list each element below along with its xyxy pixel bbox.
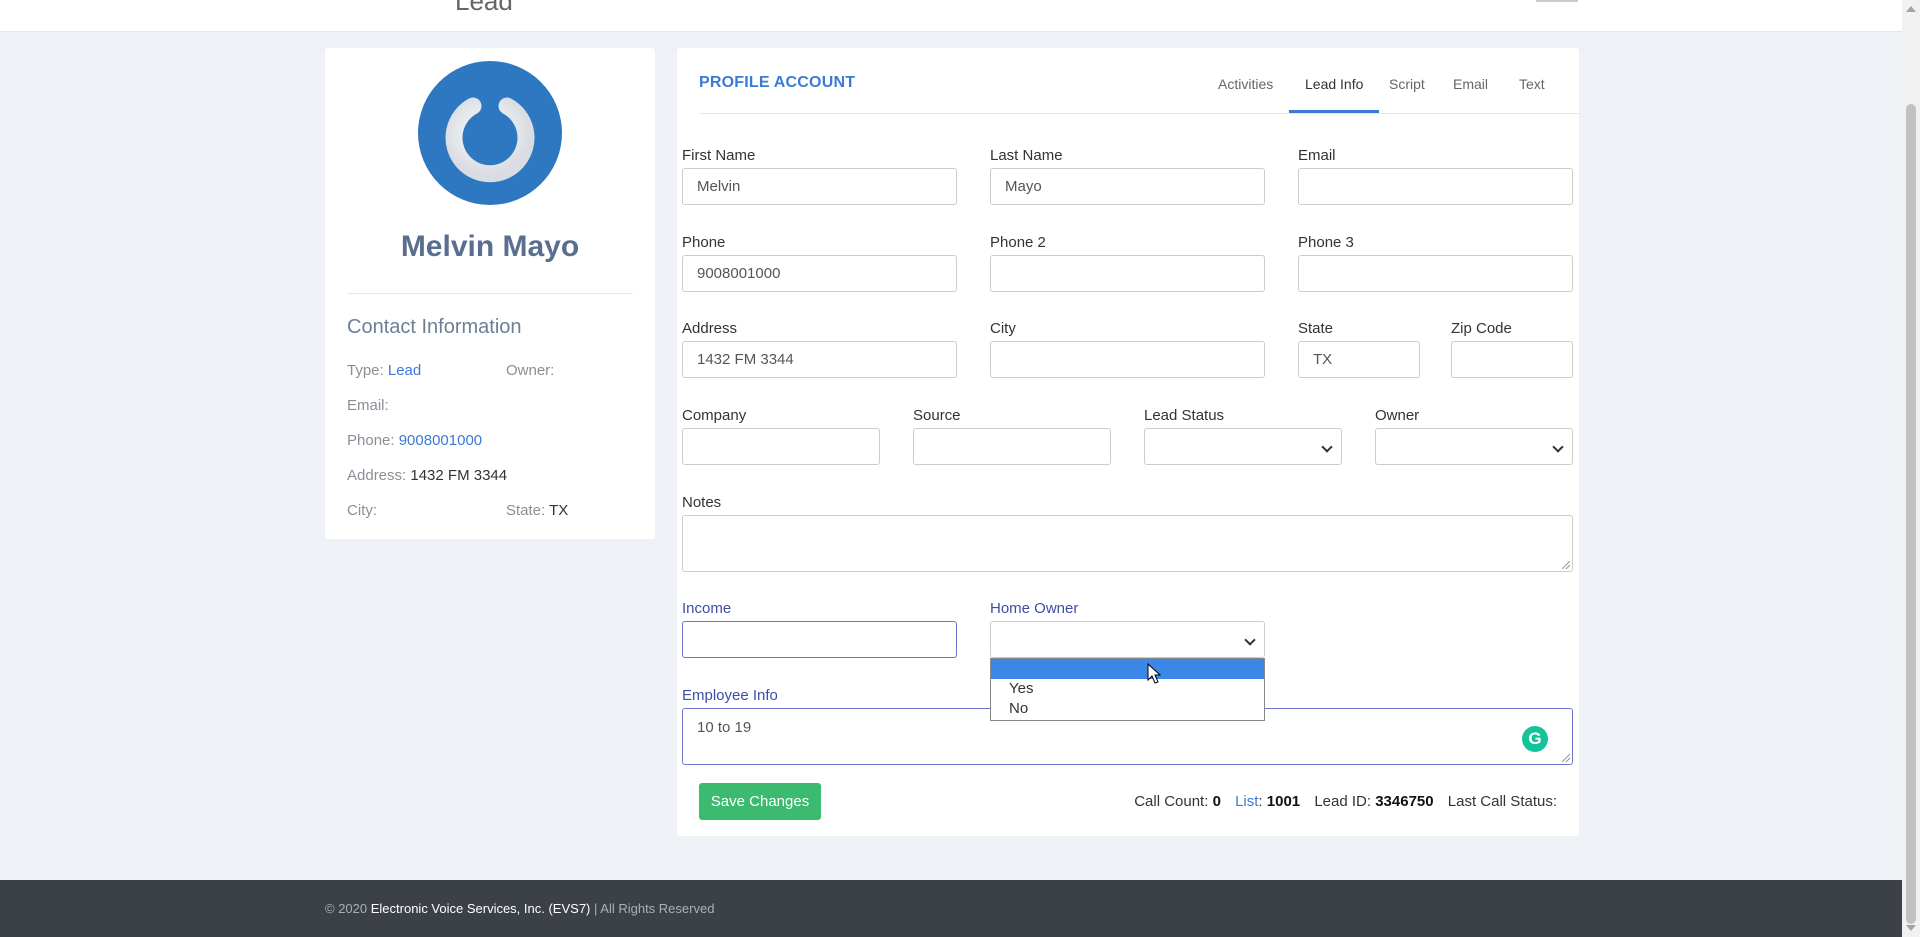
last-name-label: Last Name	[990, 147, 1063, 164]
profile-account-card: PROFILE ACCOUNT Activities Lead Info Scr…	[677, 48, 1579, 836]
state-label: State	[1298, 320, 1334, 337]
phone-input[interactable]: 9008001000	[682, 255, 957, 292]
home-owner-dropdown: Yes No	[990, 658, 1265, 721]
contact-owner: Owner:	[506, 362, 554, 379]
tab-text[interactable]: Text	[1519, 76, 1545, 110]
city-input[interactable]	[990, 341, 1265, 378]
zip-input[interactable]	[1451, 341, 1573, 378]
footer-company: Electronic Voice Services, Inc. (EVS7)	[370, 901, 591, 916]
page-title: Lead	[455, 0, 513, 16]
contact-type-value[interactable]: Lead	[388, 362, 421, 379]
lead-id-value: 3346750	[1375, 793, 1434, 810]
company-label: Company	[682, 407, 747, 424]
home-owner-label: Home Owner	[990, 600, 1079, 617]
grammarly-icon[interactable]: G	[1522, 726, 1548, 752]
power-icon	[445, 85, 535, 183]
home-owner-option-no[interactable]: No	[991, 699, 1264, 719]
email-label: Email	[1298, 147, 1336, 164]
contact-state-label: State:	[506, 502, 546, 519]
contact-phone: Phone: 9008001000	[347, 432, 482, 449]
footer: © 2020 Electronic Voice Services, Inc. (…	[0, 880, 1902, 937]
contact-type-label: Type:	[347, 362, 384, 379]
tab-activities[interactable]: Activities	[1218, 76, 1273, 110]
first-name-label: First Name	[682, 147, 756, 164]
notes-textarea[interactable]	[682, 515, 1573, 572]
tabs-divider	[699, 113, 1579, 114]
top-bar: Lead	[0, 0, 1902, 32]
footer-copyright: © 2020 Electronic Voice Services, Inc. (…	[325, 901, 714, 916]
profile-card: Melvin Mayo Contact Information Type: Le…	[325, 48, 655, 539]
last-name-input[interactable]: Mayo	[990, 168, 1265, 205]
source-label: Source	[913, 407, 961, 424]
employee-info-label: Employee Info	[682, 687, 778, 704]
employee-info-value: 10 to 19	[697, 719, 752, 736]
lead-status-select[interactable]	[1144, 428, 1342, 465]
profile-divider	[347, 293, 633, 294]
footer-prefix: © 2020	[325, 901, 371, 916]
contact-email-label: Email:	[347, 397, 389, 414]
list-value: 1001	[1266, 793, 1301, 810]
list-link[interactable]: List	[1235, 793, 1258, 810]
contact-state: State: TX	[506, 502, 568, 519]
contact-owner-label: Owner:	[506, 362, 555, 379]
home-owner-option-yes[interactable]: Yes	[991, 679, 1264, 699]
tab-bar: Activities Lead Info Script Email Text	[677, 48, 1579, 114]
zip-label: Zip Code	[1451, 320, 1512, 337]
address-label: Address	[682, 320, 738, 337]
first-name-input[interactable]: Melvin	[682, 168, 957, 205]
last-call-label: Last Call Status:	[1447, 793, 1557, 810]
income-label: Income	[682, 600, 732, 617]
home-owner-option-blank[interactable]	[991, 659, 1264, 679]
scroll-up-icon[interactable]	[1906, 6, 1916, 12]
contact-email: Email:	[347, 397, 389, 414]
income-input[interactable]	[682, 621, 957, 658]
phone-label: Phone	[682, 234, 726, 251]
tab-email[interactable]: Email	[1453, 76, 1488, 110]
scroll-down-icon[interactable]	[1906, 925, 1916, 931]
scrollbar-thumb[interactable]	[1906, 104, 1916, 924]
source-input[interactable]	[913, 428, 1111, 465]
contact-type: Type: Lead	[347, 362, 421, 379]
tab-lead-info[interactable]: Lead Info	[1289, 76, 1380, 113]
call-count-value: 0	[1212, 793, 1221, 810]
home-owner-select[interactable]	[990, 621, 1265, 658]
top-bar-button[interactable]	[1536, 0, 1578, 2]
email-input[interactable]	[1298, 168, 1573, 205]
contact-info-title: Contact Information	[347, 316, 522, 338]
contact-city: City:	[347, 502, 377, 519]
call-count-label: Call Count:	[1134, 793, 1209, 810]
owner-label: Owner	[1375, 407, 1420, 424]
contact-address-value: 1432 FM 3344	[410, 467, 508, 484]
save-changes-button[interactable]: Save Changes	[699, 783, 821, 820]
state-input[interactable]: TX	[1298, 341, 1420, 378]
phone3-label: Phone 3	[1298, 234, 1354, 251]
phone2-label: Phone 2	[990, 234, 1046, 251]
phone2-input[interactable]	[990, 255, 1265, 292]
lead-status-label: Lead Status	[1144, 407, 1225, 424]
mouse-cursor-icon	[1147, 663, 1161, 684]
tab-script[interactable]: Script	[1389, 76, 1425, 110]
notes-label: Notes	[682, 494, 722, 511]
company-input[interactable]	[682, 428, 880, 465]
profile-name: Melvin Mayo	[400, 230, 580, 263]
phone3-input[interactable]	[1298, 255, 1573, 292]
lead-id-label: Lead ID:	[1314, 793, 1372, 810]
city-label: City	[990, 320, 1016, 337]
contact-phone-label: Phone:	[347, 432, 395, 449]
avatar	[418, 61, 562, 205]
contact-address-label: Address:	[347, 467, 407, 484]
resize-handle-icon[interactable]	[1562, 754, 1570, 762]
contact-address: Address: 1432 FM 3344	[347, 467, 507, 484]
page-scrollbar[interactable]	[1902, 0, 1920, 937]
address-input[interactable]: 1432 FM 3344	[682, 341, 957, 378]
footer-suffix: | All Rights Reserved	[590, 901, 715, 916]
contact-city-label: City:	[347, 502, 377, 519]
resize-handle-icon[interactable]	[1562, 561, 1570, 569]
contact-phone-value[interactable]: 9008001000	[399, 432, 482, 449]
owner-select[interactable]	[1375, 428, 1573, 465]
contact-state-value: TX	[549, 502, 569, 519]
lead-stats: Call Count: 0 List: 1001 Lead ID: 334675…	[1134, 793, 1557, 810]
